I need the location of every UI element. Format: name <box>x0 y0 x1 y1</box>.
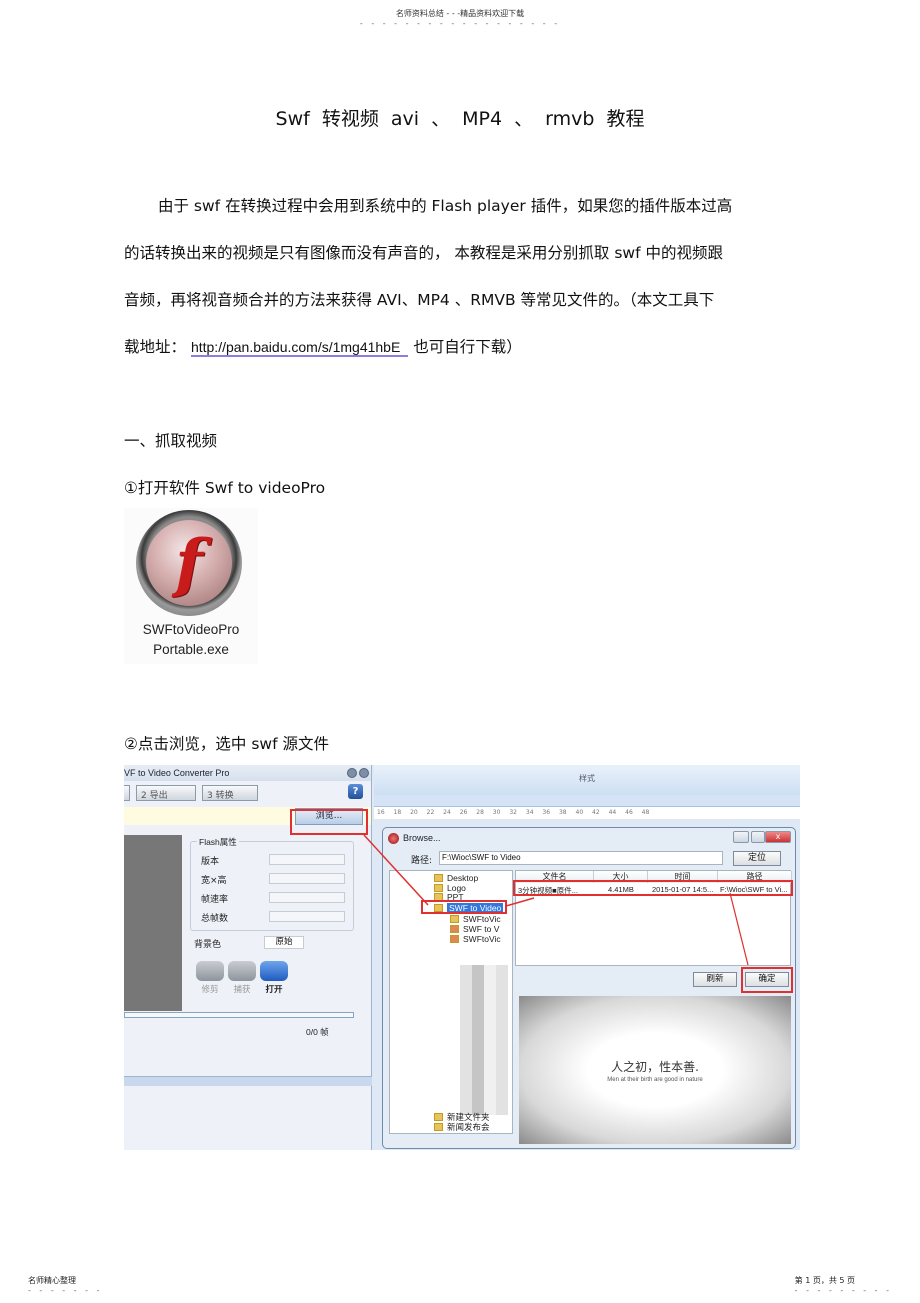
page-header: 名师资料总结 - - -精品资料欢迎下载 - - - - - - - - - -… <box>0 8 920 28</box>
download-suffix: 也可自行下载） <box>413 338 522 356</box>
header-dots: - - - - - - - - - - - - - - - - - - <box>359 19 561 28</box>
arrow-browse-to-folder <box>363 834 429 906</box>
intro-line-1: 由于 swf 在转换过程中会用到系统中的 Flash player 插件，如果您… <box>158 197 733 215</box>
section-heading: 一、抓取视频 <box>124 432 218 450</box>
header-text: 名师资料总结 - - -精品资料欢迎下载 <box>395 9 525 18</box>
step-1: ①打开软件 Swf to videoPro <box>124 479 326 497</box>
tutorial-screenshot: VF to Video Converter Pro 2 导出 3 转换 ? 浏览… <box>124 765 800 1150</box>
app-icon-figure: f SWFtoVideoPro Portable.exe <box>124 508 258 664</box>
flash-icon: f <box>136 510 242 616</box>
document-title: Swf 转视频 avi 、 MP4 、 rmvb 教程 <box>275 108 645 130</box>
app-icon-label: SWFtoVideoPro Portable.exe <box>142 622 240 657</box>
arrow-file-to-ok <box>729 892 749 966</box>
intro-line-4: 载地址： http://pan.baidu.com/s/1mg41hbE 也可自… <box>124 324 794 371</box>
intro-line-3: 音频，再将视音频合并的方法来获得 AVI、MP4 、RMVB 等常见文件的。（本… <box>124 291 715 309</box>
footer-page-number: 第 1 页，共 5 页 - - - - - - - - - <box>794 1276 892 1295</box>
download-prefix: 载地址： <box>124 338 187 356</box>
arrow-folder-to-file <box>505 897 535 907</box>
intro-line-2: 的话转换出来的视频是只有图像而没有声音的， 本教程是采用分别抓取 swf 中的视… <box>124 244 723 262</box>
download-link[interactable]: http://pan.baidu.com/s/1mg41hbE <box>190 339 409 357</box>
annotation-arrows <box>363 834 749 966</box>
intro-paragraph: 由于 swf 在转换过程中会用到系统中的 Flash player 插件，如果您… <box>124 183 794 371</box>
footer-left: 名师精心整理 - - - - - - - <box>28 1276 103 1295</box>
step-2: ②点击浏览，选中 swf 源文件 <box>124 735 329 753</box>
